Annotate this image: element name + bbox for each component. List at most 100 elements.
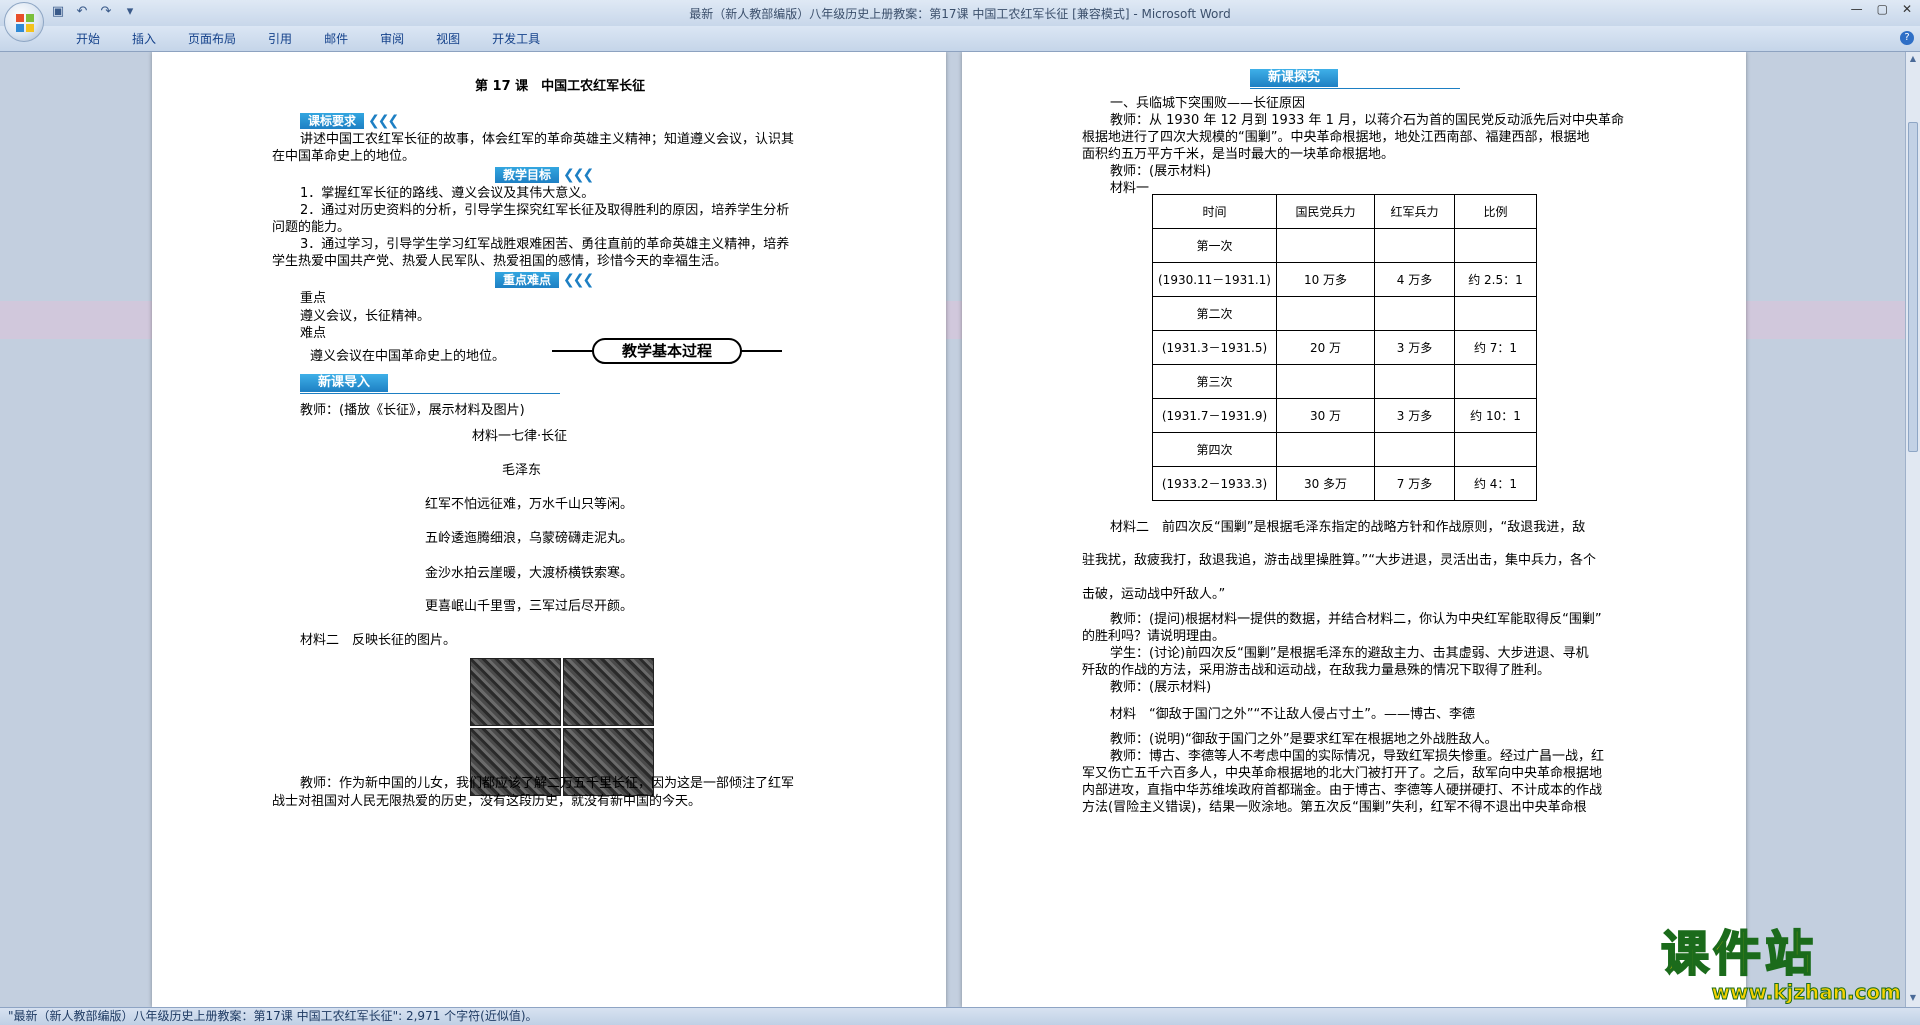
watermark-text: 课件站 <box>1660 926 1818 982</box>
table-cell: 30 多万 <box>1276 466 1375 501</box>
section-1-title: 一、兵临城下突围败——长征原因 <box>1110 96 1306 111</box>
header-underline <box>1250 88 1460 89</box>
table-row: 第一次 <box>1152 228 1537 263</box>
table-header: 时间 <box>1152 194 1277 229</box>
difficulty-text: 遵义会议在中国革命史上的地位。 <box>310 349 506 364</box>
goal-2-line1: 2．通过对历史资料的分析，引导学生探究红军长征及取得胜利的原因，培养学生分析 <box>300 203 790 218</box>
header-zdnd-label: 重点难点 <box>495 272 560 288</box>
site-watermark: 课件站 www.kjzhan.com <box>1660 926 1902 1004</box>
document-workspace: 第 17 课 中国工农红军长征 课标要求 ❮❮❮ 讲述中国工农红军长征的故事，体会… <box>0 52 1905 1007</box>
table-header: 红军兵力 <box>1374 194 1455 229</box>
table-cell: (1931.3－1931.5) <box>1152 330 1277 365</box>
table-cell <box>1374 228 1455 263</box>
arrows-icon: ❮❮❮ <box>368 113 399 129</box>
para5-line2: 军又伤亡五千六百多人，中央革命根据地的北大门被打开了。之后，敌军向中央革命根据地 <box>1082 766 1603 781</box>
office-logo-icon <box>16 14 34 32</box>
difficulty-label: 难点 <box>300 326 327 341</box>
table-cell <box>1374 432 1455 467</box>
material-1-label: 材料一 <box>1110 181 1150 196</box>
material-2-label: 材料二 反映长征的图片。 <box>300 633 457 648</box>
tab-home[interactable]: 开始 <box>60 30 116 48</box>
key-point-label: 重点 <box>300 291 327 306</box>
ribbon: 开始 插入 页面布局 引用 邮件 审阅 视图 开发工具 ? <box>0 26 1920 52</box>
table-cell: 第三次 <box>1152 364 1277 399</box>
table-cell: 第四次 <box>1152 432 1277 467</box>
tab-references[interactable]: 引用 <box>252 30 308 48</box>
table-cell: (1933.2－1933.3) <box>1152 466 1277 501</box>
table-header-row: 时间 国民党兵力 红军兵力 比例 <box>1152 194 1537 229</box>
table-row: 第二次 <box>1152 296 1537 331</box>
poem-line-2: 五岭逶迤腾细浪，乌蒙磅礴走泥丸。 <box>425 531 634 546</box>
table-cell: 7 万多 <box>1374 466 1455 501</box>
tab-insert[interactable]: 插入 <box>116 30 172 48</box>
header-xkdr-label: 新课导入 <box>300 374 389 392</box>
table-cell <box>1276 432 1375 467</box>
header-xktj: 新课探究 <box>1250 69 1460 89</box>
table-cell <box>1276 296 1375 331</box>
office-button[interactable] <box>4 2 44 42</box>
table-row: (1931.7－1931.9) 30 万3 万多约 10：1 <box>1152 398 1537 433</box>
material-2-line3: 击破，运动战中歼敌人。” <box>1082 587 1226 602</box>
vertical-scrollbar[interactable]: ▲ ▼ <box>1905 52 1920 1007</box>
table-cell: 3 万多 <box>1374 330 1455 365</box>
arrows-icon: ❮❮❮ <box>563 272 594 288</box>
close-icon[interactable]: ✕ <box>1902 2 1912 16</box>
table-cell <box>1276 364 1375 399</box>
poem-line-3: 金沙水拍云崖暖，大渡桥横铁索寒。 <box>425 566 634 581</box>
table-cell: (1931.7－1931.9) <box>1152 398 1277 433</box>
page-left[interactable]: 第 17 课 中国工农红军长征 课标要求 ❮❮❮ 讲述中国工农红军长征的故事，体会… <box>152 52 946 1007</box>
window-title: 最新（新人教部编版）八年级历史上册教案：第17课 中国工农红军长征 [兼容模式]… <box>689 7 1231 21</box>
table-cell: 第一次 <box>1152 228 1277 263</box>
banner-title: 教学基本过程 <box>592 338 742 364</box>
table-cell <box>1374 296 1455 331</box>
header-kbyq: 课标要求 ❮❮❮ <box>300 113 399 130</box>
ribbon-tabs: 开始 插入 页面布局 引用 邮件 审阅 视图 开发工具 <box>60 30 556 48</box>
poem-line-4: 更喜岷山千里雪，三军过后尽开颜。 <box>425 599 634 614</box>
table-cell <box>1276 228 1375 263</box>
table-cell: 约 10：1 <box>1454 398 1537 433</box>
table-cell: 约 4：1 <box>1454 466 1537 501</box>
closing-line2: 战士对祖国对人民无限热爱的历史，没有这段历史，就没有新中国的今天。 <box>272 794 702 809</box>
material-2-line2: 驻我扰，敌疲我打，敌退我追，游击战里操胜算。”“大步进退，灵活出击，集中兵力，各… <box>1082 553 1596 568</box>
scroll-thumb[interactable] <box>1908 122 1918 452</box>
table-cell: 3 万多 <box>1374 398 1455 433</box>
table-row: (1933.2－1933.3) 30 多万 7 万多约 4：1 <box>1152 466 1537 501</box>
photo-1 <box>470 658 561 726</box>
table-row: (1931.3－1931.5) 20 万3 万多约 7：1 <box>1152 330 1537 365</box>
maximize-icon[interactable]: ▢ <box>1877 2 1888 16</box>
header-jxmb-label: 教学目标 <box>495 167 560 183</box>
arrows-icon: ❮❮❮ <box>563 167 594 183</box>
table-cell: 20 万 <box>1276 330 1375 365</box>
window-controls: — ▢ ✕ <box>1851 2 1912 16</box>
table-cell <box>1454 364 1537 399</box>
photo-2 <box>563 658 654 726</box>
closing-line1: 教师：作为新中国的儿女，我们都应该了解二万五千里长征，因为这是一部倾注了红军 <box>300 776 795 791</box>
table-cell: (1930.11－1931.1) <box>1152 262 1277 297</box>
table-row: (1930.11－1931.1) 10 万多 4 万多约 2.5：1 <box>1152 262 1537 297</box>
header-zdnd: 重点难点 ❮❮❮ <box>495 272 594 289</box>
kbyq-line1: 讲述中国工农红军长征的故事，体会红军的革命英雄主义精神；知道遵义会议，认识其 <box>300 132 795 147</box>
tab-page-layout[interactable]: 页面布局 <box>172 30 252 48</box>
para1-line2: 根据地进行了四次大规模的“围剿”。中央革命根据地，地处江西南部、福建西部，根据地 <box>1082 130 1590 145</box>
scroll-up-icon[interactable]: ▲ <box>1908 54 1918 66</box>
tab-developer[interactable]: 开发工具 <box>476 30 556 48</box>
header-underline <box>300 393 560 394</box>
tab-review[interactable]: 审阅 <box>364 30 420 48</box>
tab-mailings[interactable]: 邮件 <box>308 30 364 48</box>
scroll-down-icon[interactable]: ▼ <box>1908 993 1918 1005</box>
goal-3-line2: 学生热爱中国共产党、热爱人民军队、热爱祖国的感情，珍惜今天的幸福生活。 <box>272 254 728 269</box>
key-point-text: 遵义会议，长征精神。 <box>300 309 431 324</box>
table-cell: 约 2.5：1 <box>1454 262 1537 297</box>
kbyq-line2: 在中国革命史上的地位。 <box>272 149 416 164</box>
material-3: 材料 “御敌于国门之外”“不让敌人侵占寸土”。——博古、李德 <box>1110 707 1475 722</box>
table-row: 第四次 <box>1152 432 1537 467</box>
page-right[interactable]: 新课探究 一、兵临城下突围败——长征原因 教师：从 1930 年 12 月到 1… <box>962 52 1746 1007</box>
tab-view[interactable]: 视图 <box>420 30 476 48</box>
para5-line1: 教师：博古、李德等人不考虑中国的实际情况，导致红军损失惨重。经过广昌一战，红 <box>1110 749 1605 764</box>
help-icon[interactable]: ? <box>1900 31 1914 45</box>
table-cell: 约 7：1 <box>1454 330 1537 365</box>
minimize-icon[interactable]: — <box>1851 2 1863 16</box>
table-cell <box>1454 296 1537 331</box>
header-xkdr: 新课导入 <box>300 374 560 394</box>
poem-title: 材料一七律·长征 <box>472 429 568 444</box>
